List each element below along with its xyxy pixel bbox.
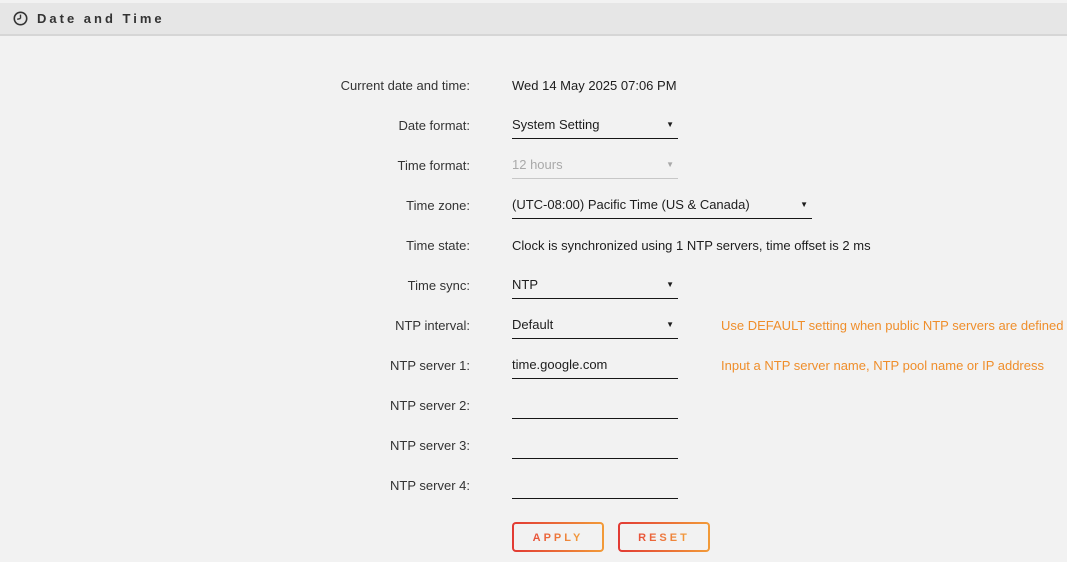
field-label: Time sync: bbox=[0, 278, 470, 293]
date-format-select[interactable]: System Setting ▼ bbox=[512, 111, 678, 139]
ntp-interval-select[interactable]: Default ▼ bbox=[512, 311, 678, 339]
select-value: Default bbox=[512, 317, 553, 332]
ntp-server-4-input[interactable] bbox=[512, 471, 678, 499]
form-actions: APPLY RESET bbox=[512, 522, 710, 552]
reset-button[interactable]: RESET bbox=[618, 522, 710, 552]
clock-icon bbox=[13, 11, 28, 26]
field-label: Time zone: bbox=[0, 198, 470, 213]
field-hint: Input a NTP server name, NTP pool name o… bbox=[721, 358, 1044, 373]
ntp-server-3-input[interactable] bbox=[512, 431, 678, 459]
field-label: NTP server 3: bbox=[0, 438, 470, 453]
apply-button-face: APPLY bbox=[514, 524, 602, 550]
reset-button-face: RESET bbox=[620, 524, 708, 550]
row-time-format: Time format: 12 hours ▼ bbox=[0, 145, 1067, 185]
field-hint: Use DEFAULT setting when public NTP serv… bbox=[721, 318, 1064, 333]
time-sync-select[interactable]: NTP ▼ bbox=[512, 271, 678, 299]
row-ntp-server-4: NTP server 4: bbox=[0, 465, 1067, 505]
ntp-server-2-input[interactable] bbox=[512, 391, 678, 419]
row-date-format: Date format: System Setting ▼ bbox=[0, 105, 1067, 145]
field-label: NTP server 2: bbox=[0, 398, 470, 413]
caret-down-icon: ▼ bbox=[666, 161, 674, 169]
apply-button-label: APPLY bbox=[533, 532, 584, 544]
select-value: System Setting bbox=[512, 117, 599, 132]
row-time-state: Time state: Clock is synchronized using … bbox=[0, 225, 1067, 265]
panel-header: Date and Time bbox=[0, 3, 1067, 36]
time-format-select: 12 hours ▼ bbox=[512, 151, 678, 179]
apply-button[interactable]: APPLY bbox=[512, 522, 604, 552]
ntp-server-1-input[interactable] bbox=[512, 351, 678, 379]
field-label: Date format: bbox=[0, 118, 470, 133]
reset-button-label: RESET bbox=[638, 532, 690, 544]
time-state-value: Clock is synchronized using 1 NTP server… bbox=[512, 238, 871, 253]
row-time-sync: Time sync: NTP ▼ bbox=[0, 265, 1067, 305]
time-zone-select[interactable]: (UTC-08:00) Pacific Time (US & Canada) ▼ bbox=[512, 191, 812, 219]
row-ntp-server-2: NTP server 2: bbox=[0, 385, 1067, 425]
field-label: Time state: bbox=[0, 238, 470, 253]
row-ntp-server-1: NTP server 1: Input a NTP server name, N… bbox=[0, 345, 1067, 385]
select-value: (UTC-08:00) Pacific Time (US & Canada) bbox=[512, 197, 750, 212]
select-value: 12 hours bbox=[512, 157, 563, 172]
field-label: NTP server 1: bbox=[0, 358, 470, 373]
page-title: Date and Time bbox=[37, 11, 165, 26]
field-label: NTP interval: bbox=[0, 318, 470, 333]
caret-down-icon: ▼ bbox=[666, 321, 674, 329]
row-time-zone: Time zone: (UTC-08:00) Pacific Time (US … bbox=[0, 185, 1067, 225]
caret-down-icon: ▼ bbox=[666, 121, 674, 129]
select-value: NTP bbox=[512, 277, 538, 292]
date-time-form: Current date and time: Wed 14 May 2025 0… bbox=[0, 65, 1067, 505]
row-ntp-interval: NTP interval: Default ▼ Use DEFAULT sett… bbox=[0, 305, 1067, 345]
current-date-time-value: Wed 14 May 2025 07:06 PM bbox=[512, 78, 677, 93]
field-label: Time format: bbox=[0, 158, 470, 173]
field-label: NTP server 4: bbox=[0, 478, 470, 493]
date-and-time-panel: Date and Time Current date and time: Wed… bbox=[0, 0, 1067, 562]
field-label: Current date and time: bbox=[0, 78, 470, 93]
row-current-date-time: Current date and time: Wed 14 May 2025 0… bbox=[0, 65, 1067, 105]
row-ntp-server-3: NTP server 3: bbox=[0, 425, 1067, 465]
caret-down-icon: ▼ bbox=[666, 281, 674, 289]
caret-down-icon: ▼ bbox=[800, 201, 808, 209]
